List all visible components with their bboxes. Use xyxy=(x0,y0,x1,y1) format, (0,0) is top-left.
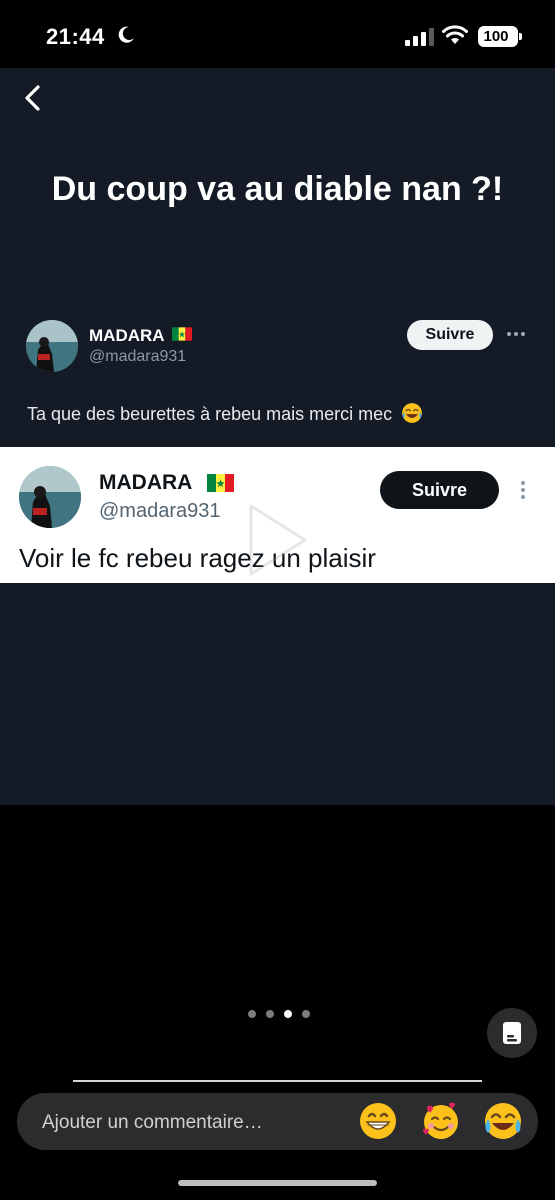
cellular-signal-icon xyxy=(405,28,434,46)
author-name[interactable]: MADARA xyxy=(99,471,192,495)
page-dot xyxy=(302,1010,310,1018)
senegal-flag-icon xyxy=(207,474,234,492)
senegal-flag-icon xyxy=(172,327,192,341)
status-bar: 21:44 100 xyxy=(0,0,555,68)
battery-icon: 100 xyxy=(478,26,518,47)
follow-button[interactable]: Suivre xyxy=(380,471,499,509)
tweet-text: Ta que des beurettes à rebeu mais merci … xyxy=(27,402,423,425)
play-icon[interactable] xyxy=(243,500,313,580)
page-dot-active xyxy=(284,1010,292,1018)
battery-level: 100 xyxy=(483,28,509,45)
follow-button[interactable]: Suivre xyxy=(407,320,493,350)
status-time: 21:44 xyxy=(46,24,105,49)
tweet-text: Voir le fc rebeu ragez un plaisir xyxy=(19,543,376,573)
caption-icon xyxy=(503,1022,521,1044)
comment-placeholder[interactable]: Ajouter un commentaire… xyxy=(42,1112,263,1134)
author-handle[interactable]: @madara931 xyxy=(89,348,186,366)
avatar[interactable] xyxy=(26,320,78,372)
home-indicator[interactable] xyxy=(178,1180,377,1186)
face-with-tears-of-joy-icon xyxy=(402,403,423,423)
carousel-page-indicator xyxy=(248,1010,312,1020)
avatar-image xyxy=(26,320,78,372)
back-chevron-icon[interactable] xyxy=(18,82,48,114)
caption-button[interactable] xyxy=(487,1008,537,1058)
post-title: Du coup va au diable nan ?! xyxy=(51,170,504,208)
face-with-tears-of-joy-icon[interactable] xyxy=(483,1101,523,1141)
page-dot xyxy=(248,1010,256,1018)
divider xyxy=(73,1080,482,1082)
page-dot xyxy=(266,1010,274,1018)
more-vertical-icon[interactable] xyxy=(519,479,527,501)
smiling-face-with-hearts-icon[interactable] xyxy=(421,1101,461,1141)
author-handle[interactable]: @madara931 xyxy=(99,500,220,523)
avatar[interactable] xyxy=(19,466,81,528)
author-name[interactable]: MADARA xyxy=(89,326,165,346)
more-horizontal-icon[interactable] xyxy=(505,323,527,345)
moon-icon xyxy=(118,26,134,43)
grinning-face-icon[interactable] xyxy=(358,1101,398,1141)
battery-tip xyxy=(519,33,522,40)
wifi-icon xyxy=(442,25,468,44)
avatar-image xyxy=(19,466,81,528)
tweet-text-content: Ta que des beurettes à rebeu mais merci … xyxy=(27,404,393,424)
